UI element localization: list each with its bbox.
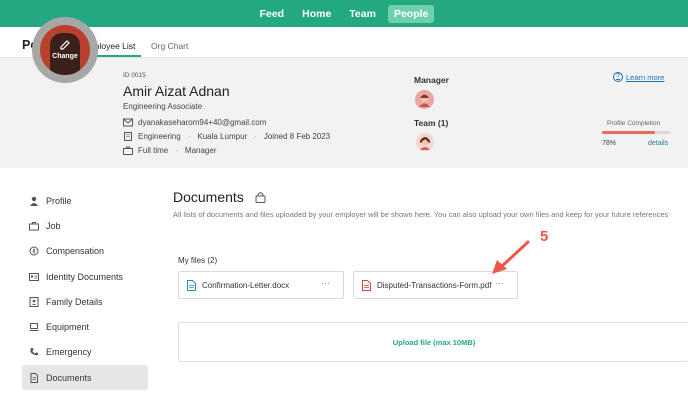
employment-row: Full time · Manager xyxy=(123,146,216,155)
sidebar-item-equipment[interactable]: Equipment xyxy=(22,314,148,339)
team-member-avatar[interactable] xyxy=(416,133,434,151)
annotation-step-number: 5 xyxy=(540,228,549,245)
profile-completion-label: Profile Completion xyxy=(607,120,661,127)
sidebar-item-label: Profile xyxy=(46,195,72,206)
employee-joined: Joined 8 Feb 2023 xyxy=(263,132,331,141)
file-name: Disputed-Transactions-Form.pdf xyxy=(377,280,492,290)
manager-face-icon xyxy=(419,94,430,107)
sidebar-item-label: Compensation xyxy=(46,246,105,257)
money-icon xyxy=(29,246,39,256)
learn-more-label: Learn more xyxy=(626,72,665,82)
sidebar-item-label: Equipment xyxy=(46,322,90,333)
mail-icon xyxy=(123,118,133,127)
sidebar-item-label: Documents xyxy=(46,372,92,383)
profile-completion-fill xyxy=(602,131,656,134)
sidebar-item-emergency[interactable]: Emergency xyxy=(22,340,148,365)
sidebar-item-compensation[interactable]: Compensation xyxy=(22,239,148,264)
sidebar-item-identity-documents[interactable]: Identity Documents xyxy=(22,264,148,289)
learn-more-link[interactable]: ? Learn more xyxy=(613,72,664,82)
employee-department: Engineering xyxy=(138,132,181,141)
profile-summary xyxy=(0,58,688,168)
manager-label: Manager xyxy=(414,75,449,85)
briefcase-icon xyxy=(29,221,39,231)
nav-team[interactable]: Team xyxy=(343,5,382,23)
documents-description: All lists of documents and files uploade… xyxy=(173,210,669,219)
employee-name: Amir Aizat Adnan xyxy=(123,83,230,99)
family-icon xyxy=(29,296,39,307)
sidebar-item-family-details[interactable]: Family Details xyxy=(22,289,148,314)
tab-org-chart[interactable]: Org Chart xyxy=(151,41,188,51)
person-icon xyxy=(30,196,38,206)
briefcase-icon xyxy=(123,146,133,155)
separator-dot: · xyxy=(254,132,257,141)
my-files-label: My files (2) xyxy=(178,256,218,265)
upload-dropzone[interactable]: Upload file (max 10MB) xyxy=(178,322,688,362)
profile-completion-percent: 78% xyxy=(602,140,617,147)
sidebar-item-label: Job xyxy=(46,220,61,231)
more-options-button[interactable]: ··· xyxy=(321,278,330,288)
employee-id: ID 0015 xyxy=(123,72,146,79)
details-link[interactable]: details xyxy=(648,140,668,147)
employee-role: Engineering Associate xyxy=(123,102,203,111)
lock-icon xyxy=(255,192,266,203)
building-icon xyxy=(124,132,132,141)
more-options-button[interactable]: ··· xyxy=(495,278,504,288)
file-name: Confirmation-Letter.docx xyxy=(202,280,290,290)
separator-dot: · xyxy=(187,132,191,141)
manager-avatar[interactable] xyxy=(415,90,434,109)
email-row: dyanakaseharom94+40@gmail.com xyxy=(123,118,266,127)
employment-type: Full time xyxy=(138,146,169,155)
nav-people[interactable]: People xyxy=(387,4,435,23)
sidebar-item-label: Identity Documents xyxy=(46,271,124,282)
doc-file-icon xyxy=(187,279,196,291)
file-card[interactable]: Confirmation-Letter.docx ··· xyxy=(178,271,344,299)
document-icon xyxy=(30,372,38,383)
separator-dot: · xyxy=(175,146,178,155)
employee-location: Kuala Lumpur xyxy=(197,132,248,141)
pencil-icon xyxy=(60,40,70,50)
help-icon: ? xyxy=(613,72,623,82)
documents-title: Documents xyxy=(173,189,244,205)
change-avatar-button[interactable]: Change xyxy=(40,53,90,60)
profile-sidebar: Profile Job Compensation Identity Docume… xyxy=(22,188,148,391)
annotation-arrow-icon xyxy=(492,240,530,274)
profile-completion-bar xyxy=(602,131,670,134)
sidebar-item-documents[interactable]: Documents xyxy=(22,365,148,391)
org-row: Engineering · Kuala Lumpur · Joined 8 Fe… xyxy=(123,132,330,141)
team-label: Team (1) xyxy=(414,118,449,128)
upload-label: Upload file (max 10MB) xyxy=(392,338,476,347)
id-card-icon xyxy=(29,272,39,281)
team-face-icon xyxy=(420,137,430,150)
pdf-file-icon xyxy=(362,279,371,291)
sidebar-item-job[interactable]: Job xyxy=(22,213,148,238)
sub-header: People Employee List Org Chart xyxy=(0,27,688,58)
laptop-icon xyxy=(29,323,39,332)
phone-icon xyxy=(30,348,38,356)
nav-home[interactable]: Home xyxy=(296,5,337,23)
top-navigation: Feed Home Team People xyxy=(0,0,688,27)
nav-feed[interactable]: Feed xyxy=(254,5,291,23)
sidebar-item-label: Emergency xyxy=(46,347,92,358)
sidebar-item-label: Family Details xyxy=(46,296,103,307)
position-level: Manager xyxy=(184,146,217,155)
employee-email: dyanakaseharom94+40@gmail.com xyxy=(138,118,267,127)
sidebar-item-profile[interactable]: Profile xyxy=(22,188,148,213)
